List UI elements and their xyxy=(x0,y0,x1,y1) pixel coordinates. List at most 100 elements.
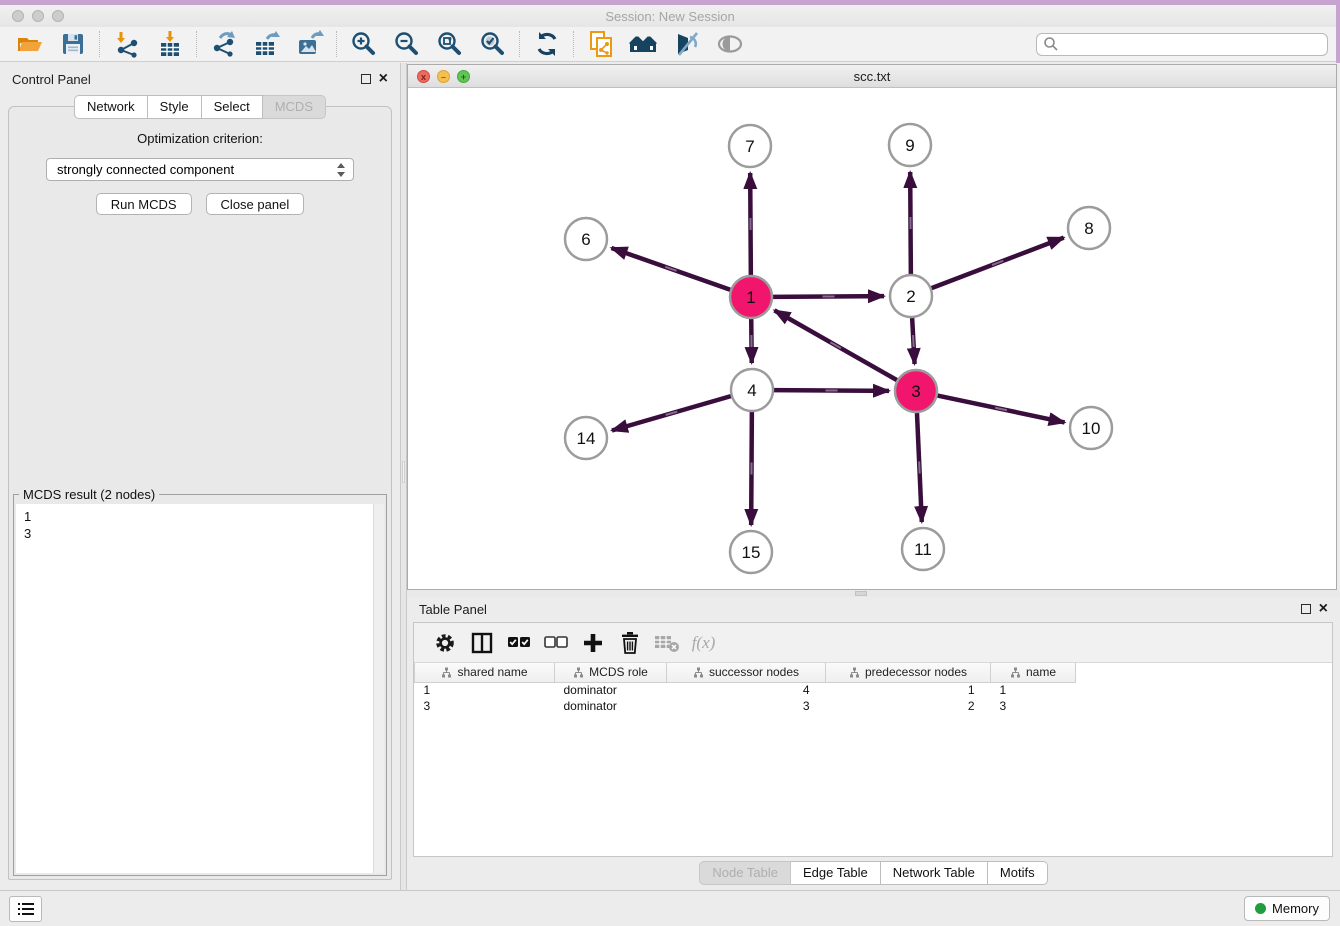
settings-gear-icon[interactable] xyxy=(426,627,463,659)
column-header-predecessor-nodes[interactable]: predecessor nodes xyxy=(826,663,991,682)
table-tab-2[interactable]: Network Table xyxy=(881,861,988,885)
graph-node-1[interactable]: 1 xyxy=(730,276,772,318)
graph-node-8[interactable]: 8 xyxy=(1068,207,1110,249)
refresh-layout-icon[interactable] xyxy=(525,28,568,60)
graph-node-10[interactable]: 10 xyxy=(1070,407,1112,449)
import-table-icon[interactable] xyxy=(148,28,191,60)
run-mcds-button[interactable]: Run MCDS xyxy=(96,193,192,215)
toolbar-separator xyxy=(519,31,520,57)
graph-node-11[interactable]: 11 xyxy=(902,528,944,570)
control-tab-2[interactable]: Select xyxy=(202,95,263,119)
zoom-fit-icon[interactable] xyxy=(428,28,471,60)
graph-node-7[interactable]: 7 xyxy=(729,125,771,167)
criterion-select[interactable]: strongly connected component xyxy=(46,158,354,181)
node-label: 4 xyxy=(747,381,756,400)
column-header-MCDS-role[interactable]: MCDS role xyxy=(555,663,667,682)
deselect-all-icon[interactable] xyxy=(537,627,574,659)
splitter-grip[interactable] xyxy=(855,591,867,596)
splitter-grip[interactable] xyxy=(402,461,405,483)
float-table-panel-icon[interactable] xyxy=(1301,604,1311,614)
mcds-result-area: 1 3 xyxy=(16,504,384,873)
show-hide-eye-icon[interactable] xyxy=(708,28,751,60)
table-cell[interactable]: 3 xyxy=(415,698,555,714)
zoom-out-icon[interactable] xyxy=(385,28,428,60)
table-cell[interactable]: 4 xyxy=(667,682,826,698)
control-panel-title: Control Panel xyxy=(12,72,91,87)
table-row[interactable]: 3dominator323 xyxy=(415,698,1333,714)
table-cell[interactable]: 1 xyxy=(991,682,1076,698)
column-type-icon xyxy=(441,667,452,678)
mcds-panel-body: Optimization criterion: strongly connect… xyxy=(8,106,392,880)
birdseye-view-icon[interactable] xyxy=(622,28,665,60)
memory-button[interactable]: Memory xyxy=(1244,896,1330,921)
edge-label-mark xyxy=(913,335,914,347)
save-session-icon[interactable] xyxy=(51,28,94,60)
delete-column-icon[interactable] xyxy=(611,627,648,659)
graph-node-15[interactable]: 15 xyxy=(730,531,772,573)
toggle-column-panel-icon[interactable] xyxy=(463,627,500,659)
table-cell[interactable]: 1 xyxy=(415,682,555,698)
graph-node-9[interactable]: 9 xyxy=(889,124,931,166)
table-cell[interactable]: 3 xyxy=(667,698,826,714)
graph-node-14[interactable]: 14 xyxy=(565,417,607,459)
export-network-icon[interactable] xyxy=(202,28,245,60)
add-column-icon[interactable] xyxy=(574,627,611,659)
column-header-name[interactable]: name xyxy=(991,663,1076,682)
memory-status-dot xyxy=(1255,903,1266,914)
import-network-icon[interactable] xyxy=(105,28,148,60)
table-cell[interactable]: dominator xyxy=(555,698,667,714)
task-history-button[interactable] xyxy=(9,896,42,922)
control-tab-3[interactable]: MCDS xyxy=(263,95,326,119)
network-close-button[interactable]: x xyxy=(417,70,430,83)
column-header-shared-name[interactable]: shared name xyxy=(415,663,555,682)
duplicate-network-icon[interactable] xyxy=(579,28,622,60)
app-window: Session: New Session xyxy=(0,0,1340,926)
search-field[interactable] xyxy=(1036,33,1328,56)
close-table-panel-icon[interactable]: × xyxy=(1319,604,1328,614)
mcds-result-lines: 1 3 xyxy=(16,504,384,546)
select-stepper-icon xyxy=(335,162,347,178)
node-label: 3 xyxy=(911,382,920,401)
export-image-icon[interactable] xyxy=(288,28,331,60)
network-canvas[interactable]: 1 2 3 4 6 7 8 9 10 11 14 15 xyxy=(408,88,1336,589)
node-label: 2 xyxy=(906,287,915,306)
open-session-icon[interactable] xyxy=(8,28,51,60)
horizontal-splitter[interactable] xyxy=(407,590,1340,597)
table-cell[interactable]: dominator xyxy=(555,682,667,698)
table-cell[interactable]: 2 xyxy=(826,698,991,714)
table-tab-0[interactable]: Node Table xyxy=(699,861,791,885)
vertical-splitter[interactable] xyxy=(400,63,407,890)
search-input[interactable] xyxy=(1059,35,1321,54)
node-label: 14 xyxy=(577,429,596,448)
function-builder-disabled-icon: f(x) xyxy=(685,627,722,659)
graphics-details-icon[interactable] xyxy=(665,28,708,60)
titlebar: Session: New Session xyxy=(0,5,1340,27)
table-tab-3[interactable]: Motifs xyxy=(988,861,1048,885)
control-panel: Control Panel × Network Style Select MCD… xyxy=(0,63,400,890)
column-type-icon xyxy=(1010,667,1021,678)
zoom-selected-icon[interactable] xyxy=(471,28,514,60)
memory-label: Memory xyxy=(1272,901,1319,916)
export-table-icon[interactable] xyxy=(245,28,288,60)
network-maximize-button[interactable]: + xyxy=(457,70,470,83)
column-header-successor-nodes[interactable]: successor nodes xyxy=(667,663,826,682)
network-minimize-button[interactable]: – xyxy=(437,70,450,83)
table-cell[interactable]: 1 xyxy=(826,682,991,698)
table-cell[interactable]: 3 xyxy=(991,698,1076,714)
control-tab-1[interactable]: Style xyxy=(148,95,202,119)
zoom-in-icon[interactable] xyxy=(342,28,385,60)
result-scrollbar[interactable] xyxy=(373,504,384,873)
control-tab-0[interactable]: Network xyxy=(74,95,148,119)
table-tab-1[interactable]: Edge Table xyxy=(791,861,881,885)
header-filler xyxy=(1076,663,1333,682)
table-row[interactable]: 1dominator411 xyxy=(415,682,1333,698)
graph-node-4[interactable]: 4 xyxy=(731,369,773,411)
select-all-check-icon[interactable] xyxy=(500,627,537,659)
graph-node-3[interactable]: 3 xyxy=(895,370,937,412)
table-panel: Table Panel × xyxy=(407,597,1340,890)
graph-node-6[interactable]: 6 xyxy=(565,218,607,260)
close-panel-button[interactable]: Close panel xyxy=(206,193,305,215)
close-panel-icon[interactable]: × xyxy=(379,74,388,84)
float-panel-icon[interactable] xyxy=(361,74,371,84)
graph-node-2[interactable]: 2 xyxy=(890,275,932,317)
